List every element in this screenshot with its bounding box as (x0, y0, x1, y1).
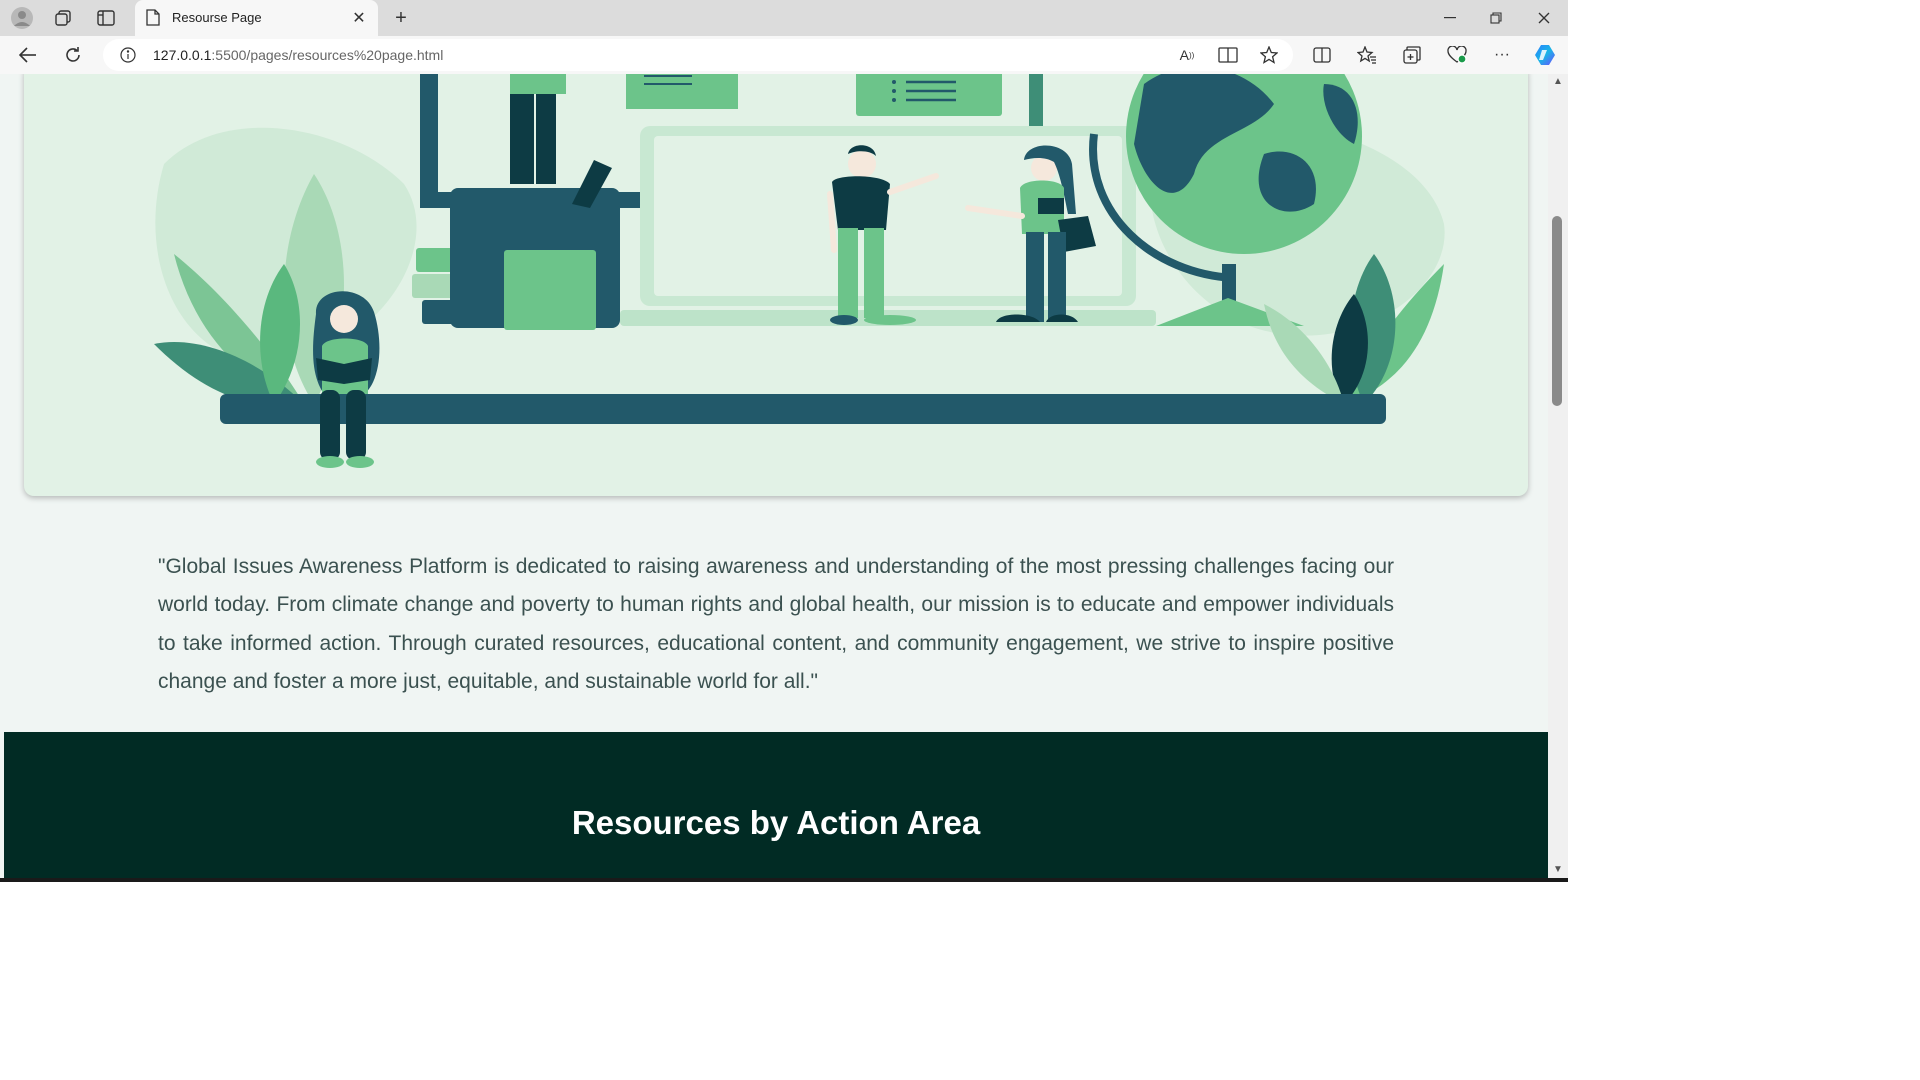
site-info-icon[interactable] (117, 44, 139, 66)
copilot-icon[interactable] (1533, 43, 1557, 67)
back-arrow-icon[interactable] (16, 43, 40, 67)
new-tab-button[interactable]: + (388, 6, 414, 30)
browser-titlebar: Resourse Page ✕ + (0, 0, 1568, 36)
scrollbar-thumb[interactable] (1552, 216, 1562, 406)
read-aloud-icon[interactable]: A)) (1176, 44, 1198, 66)
browser-toolbar: 127.0.0.1:5500/pages/resources%20page.ht… (0, 36, 1568, 74)
tab-close-icon[interactable]: ✕ (348, 7, 370, 29)
workspaces-icon[interactable] (51, 6, 75, 30)
immersive-reader-icon[interactable] (1217, 44, 1239, 66)
more-options-icon[interactable]: ··· (1490, 43, 1514, 67)
refresh-icon[interactable] (61, 43, 85, 67)
close-window-button[interactable] (1524, 4, 1564, 32)
browser-essentials-icon[interactable] (1445, 43, 1469, 67)
page-icon (143, 7, 163, 27)
hero-illustration (154, 74, 1445, 468)
resources-section: Resources by Action Area (4, 732, 1548, 882)
vertical-tabs-icon[interactable] (94, 6, 118, 30)
tab-title: Resourse Page (172, 10, 262, 25)
mission-statement: "Global Issues Awareness Platform is ded… (158, 555, 1394, 693)
window-bottom-edge (0, 878, 1568, 882)
page-scrollbar[interactable]: ▲ ▼ (1548, 74, 1568, 882)
scroll-up-arrow-icon[interactable]: ▲ (1551, 76, 1565, 88)
collections-icon[interactable] (1400, 43, 1424, 67)
address-bar[interactable]: 127.0.0.1:5500/pages/resources%20page.ht… (103, 39, 1293, 71)
url-text[interactable]: 127.0.0.1:5500/pages/resources%20page.ht… (153, 47, 443, 63)
url-host: 127.0.0.1 (153, 47, 212, 63)
split-screen-icon[interactable] (1310, 43, 1334, 67)
url-path: :5500/pages/resources%20page.html (211, 47, 444, 63)
profile-icon[interactable] (10, 6, 34, 30)
minimize-button[interactable] (1430, 4, 1470, 32)
favorites-icon[interactable] (1355, 43, 1379, 67)
scroll-down-arrow-icon[interactable]: ▼ (1551, 864, 1565, 876)
favorite-star-icon[interactable] (1258, 44, 1280, 66)
restore-button[interactable] (1476, 4, 1516, 32)
hero-image-card (24, 74, 1528, 496)
tab-resource-page[interactable]: Resourse Page ✕ (135, 0, 378, 36)
page-viewport: "Global Issues Awareness Platform is ded… (0, 74, 1568, 882)
section-title: Resources by Action Area (571, 804, 981, 841)
